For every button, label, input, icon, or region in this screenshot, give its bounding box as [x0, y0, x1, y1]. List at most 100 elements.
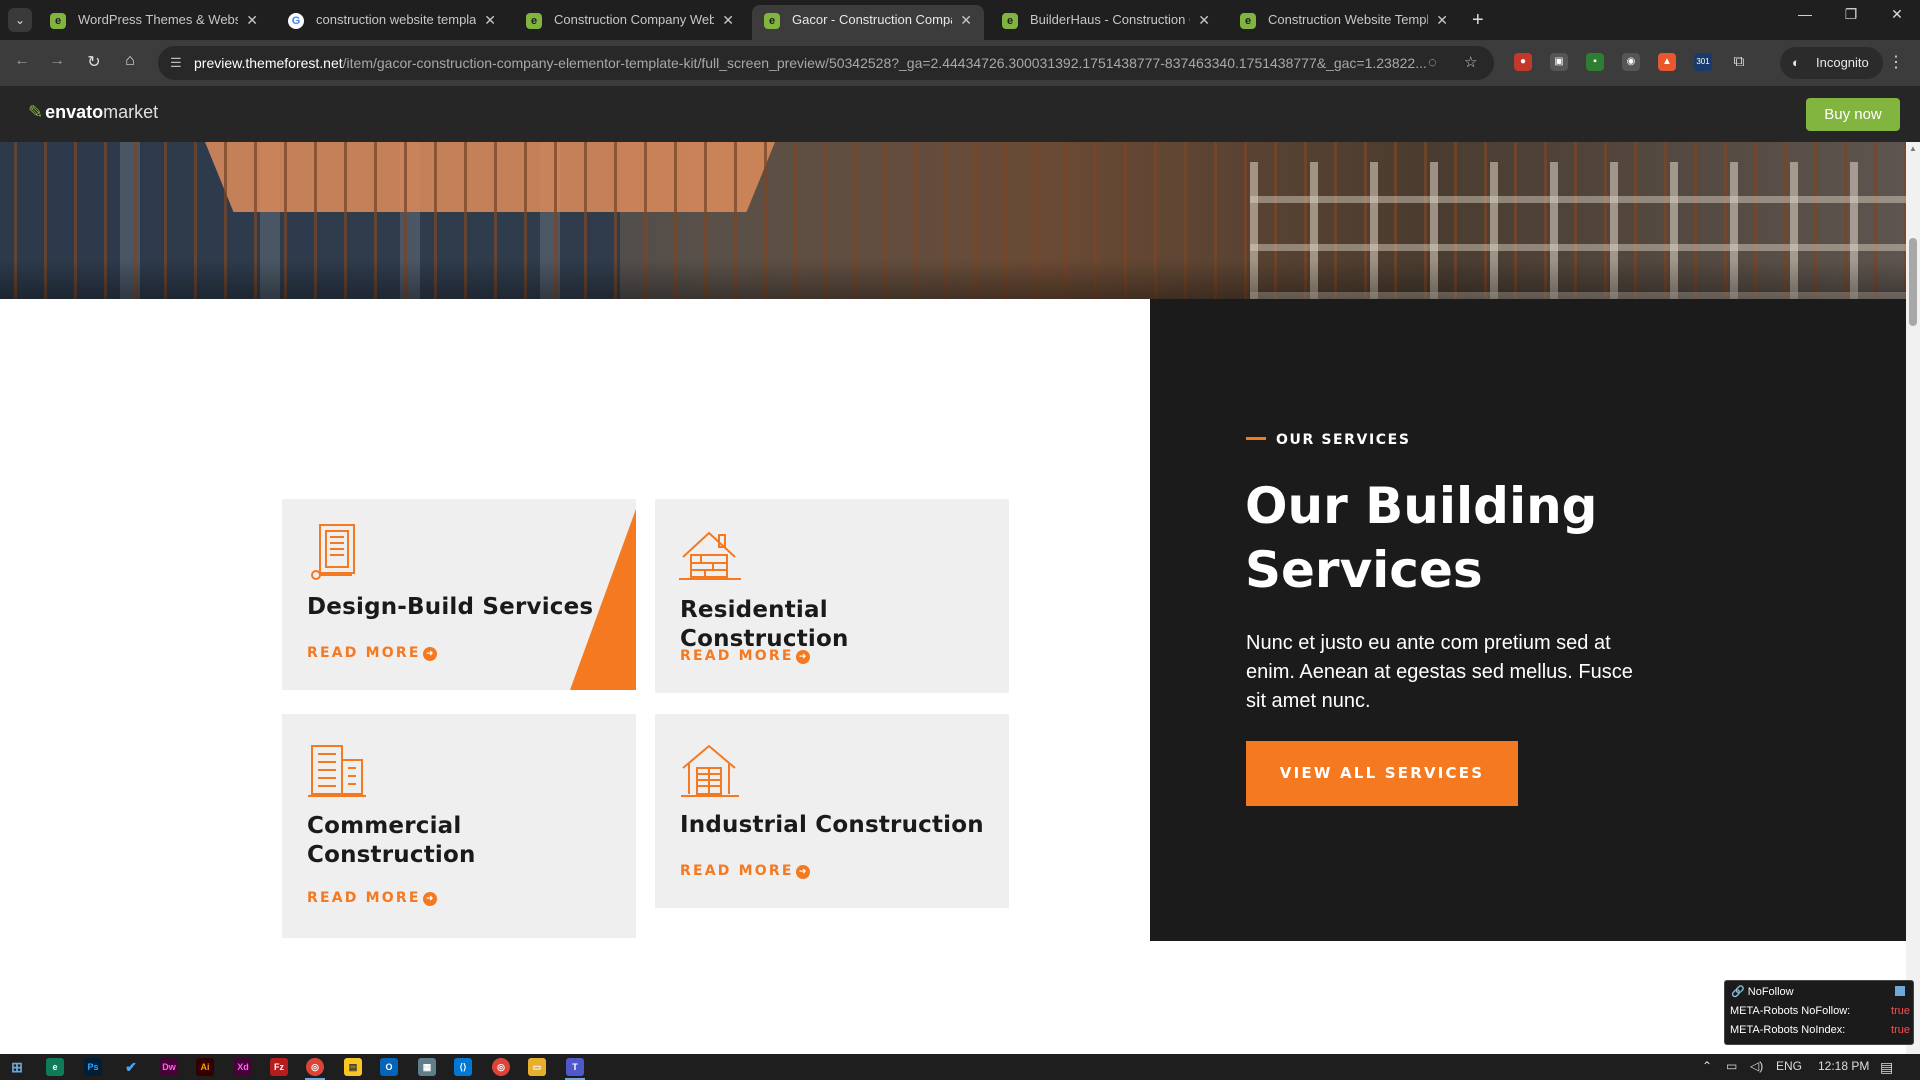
restore-button[interactable]: ❐	[1828, 6, 1874, 23]
forward-button[interactable]: →	[45, 52, 69, 70]
page-scrollbar[interactable]: ▲	[1906, 142, 1920, 1054]
address-bar[interactable]: ☰ preview.themeforest.net/item/gacor-con…	[158, 46, 1494, 80]
back-button[interactable]: ←	[10, 52, 34, 70]
reload-button[interactable]: ↻	[82, 52, 106, 72]
read-more-link[interactable]: READ MORE ➜	[307, 890, 437, 906]
view-all-services-button[interactable]: VIEW ALL SERVICES	[1246, 741, 1518, 806]
chrome-icon[interactable]: ◎	[492, 1058, 510, 1076]
extensions-puzzle-icon[interactable]: ⧉	[1730, 53, 1748, 71]
windows-taskbar: ⊞ e Ps ✔ Dw Ai Xd Fz ◎ ▤ O ▦ ⟨⟩ ◎ ▭ T ⌃ …	[0, 1054, 1920, 1080]
windows-start-icon[interactable]: ⊞	[8, 1058, 26, 1076]
close-tab-icon[interactable]: ✕	[484, 5, 496, 35]
buy-now-button[interactable]: Buy now	[1806, 98, 1900, 131]
network-icon[interactable]: ▭	[1726, 1059, 1737, 1073]
service-card-industrial[interactable]: Industrial Construction READ MORE ➜	[655, 714, 1009, 908]
minimize-button[interactable]: —	[1782, 6, 1828, 22]
language-indicator[interactable]: ENG	[1776, 1059, 1802, 1073]
sticky-notes-icon[interactable]: ▤	[344, 1058, 362, 1076]
browser-toolbar: ← → ↻ ⌂ ☰ preview.themeforest.net/item/g…	[0, 40, 1920, 86]
building-plan-icon	[311, 524, 355, 580]
file-explorer-icon[interactable]: ▭	[528, 1058, 546, 1076]
vscode-icon[interactable]: ⟨⟩	[454, 1058, 472, 1076]
extension-flame-icon[interactable]: ▲	[1658, 53, 1676, 71]
service-card-residential[interactable]: Residential Construction READ MORE ➜	[655, 499, 1009, 693]
photoshop-icon[interactable]: Ps	[84, 1058, 102, 1076]
eye-off-icon[interactable]: ◌	[1428, 46, 1437, 80]
nofollow-row: META-Robots NoIndex: true	[1730, 1024, 1910, 1036]
browser-tab[interactable]: e Construction Website Template: ✕	[1228, 5, 1460, 40]
nofollow-row-label: META-Robots NoIndex:	[1730, 1024, 1846, 1036]
read-more-link[interactable]: READ MORE ➜	[680, 863, 810, 879]
close-tab-icon[interactable]: ✕	[246, 5, 258, 35]
site-info-icon[interactable]: ☰	[170, 46, 182, 80]
bookmark-star-icon[interactable]: ☆	[1464, 46, 1477, 80]
browser-tab-strip: ⌄ e WordPress Themes & Website T ✕ G con…	[0, 0, 1920, 40]
dreamweaver-icon[interactable]: Dw	[160, 1058, 178, 1076]
close-tab-icon[interactable]: ✕	[960, 5, 972, 35]
browser-tab-active[interactable]: e Gacor - Construction Company ✕	[752, 5, 984, 40]
arrow-circle-icon: ➜	[795, 865, 810, 879]
service-card-title: Commercial Construction	[307, 813, 476, 868]
scroll-up-icon[interactable]: ▲	[1909, 144, 1917, 153]
browser-tab[interactable]: e Construction Company Website ✕	[514, 5, 746, 40]
envato-leaf-icon: e	[1240, 13, 1256, 29]
browser-tab[interactable]: e BuilderHaus - Construction Cor ✕	[990, 5, 1222, 40]
service-card-design-build[interactable]: Design-Build Services READ MORE ➜	[282, 499, 636, 690]
envato-leaf-icon: e	[50, 13, 66, 29]
adobe-xd-icon[interactable]: Xd	[234, 1058, 252, 1076]
close-tab-icon[interactable]: ✕	[1436, 5, 1448, 35]
close-tab-icon[interactable]: ✕	[722, 5, 734, 35]
incognito-indicator[interactable]: ◐ Incognito	[1780, 47, 1883, 79]
nofollow-close-icon[interactable]	[1895, 986, 1905, 996]
close-window-button[interactable]: ✕	[1874, 6, 1920, 23]
nofollow-row-label: META-Robots NoFollow:	[1730, 1005, 1851, 1017]
browser-menu-icon[interactable]: ⋮	[1888, 52, 1904, 72]
services-intro-panel: OUR SERVICES Our Building Services Nunc …	[1150, 299, 1906, 941]
todo-check-icon[interactable]: ✔	[122, 1058, 140, 1076]
clock[interactable]: 12:18 PM	[1818, 1059, 1869, 1073]
scrollbar-thumb[interactable]	[1909, 238, 1917, 326]
envato-leaf-icon: e	[764, 13, 780, 29]
tab-title: Gacor - Construction Company	[792, 12, 952, 27]
camera-icon[interactable]: ◉	[1622, 53, 1640, 71]
section-lead: Nunc et justo eu ante com pretium sed at…	[1246, 632, 1633, 712]
extension-red-icon[interactable]: ●	[1514, 53, 1532, 71]
extension-green-icon[interactable]: ▪	[1586, 53, 1604, 71]
service-card-commercial[interactable]: Commercial Construction READ MORE ➜	[282, 714, 636, 938]
envato-logo[interactable]: ✎ envatomarket	[28, 102, 158, 123]
kicker-dash	[1246, 437, 1266, 440]
notepad-icon[interactable]: ▦	[418, 1058, 436, 1076]
tray-expand-icon[interactable]: ⌃	[1702, 1059, 1712, 1073]
read-more-link[interactable]: READ MORE ➜	[680, 648, 810, 664]
notifications-icon[interactable]: ▤	[1880, 1059, 1893, 1076]
hero-shade	[0, 259, 1906, 299]
redirect-badge-label: 301	[1696, 57, 1710, 66]
illustrator-icon[interactable]: Ai	[196, 1058, 214, 1076]
house-brick-icon	[679, 531, 741, 580]
new-tab-button[interactable]: +	[1472, 8, 1484, 32]
envato-leaf-icon: ✎	[28, 102, 44, 122]
nofollow-row-value: true	[1891, 1005, 1910, 1017]
filezilla-icon[interactable]: Fz	[270, 1058, 288, 1076]
outlook-icon[interactable]: O	[380, 1058, 398, 1076]
tab-title: WordPress Themes & Website T	[78, 12, 238, 27]
chrome-icon[interactable]: ◎	[306, 1058, 324, 1076]
envato-preview-bar: ✎ envatomarket Buy now	[0, 86, 1920, 142]
volume-icon[interactable]: ◁)	[1750, 1059, 1763, 1073]
close-tab-icon[interactable]: ✕	[1198, 5, 1210, 35]
extension-gray-icon[interactable]: ▣	[1550, 53, 1568, 71]
google-icon: G	[288, 13, 304, 29]
browser-tab[interactable]: G construction website template ✕	[276, 5, 508, 40]
service-card-title: Residential Construction	[680, 597, 849, 652]
incognito-label: Incognito	[1816, 55, 1869, 70]
tab-search-button[interactable]: ⌄	[8, 8, 32, 32]
teams-icon[interactable]: T	[566, 1058, 584, 1076]
home-button[interactable]: ⌂	[118, 52, 142, 70]
browser-tab[interactable]: e WordPress Themes & Website T ✕	[38, 5, 270, 40]
redirect-badge[interactable]: 301	[1694, 53, 1712, 71]
edge-icon[interactable]: e	[46, 1058, 64, 1076]
logo-text-bold: envato	[45, 102, 104, 122]
section-heading: Our Building Services	[1245, 477, 1598, 599]
read-more-link[interactable]: READ MORE ➜	[307, 645, 437, 661]
tab-title: construction website template	[316, 12, 476, 27]
